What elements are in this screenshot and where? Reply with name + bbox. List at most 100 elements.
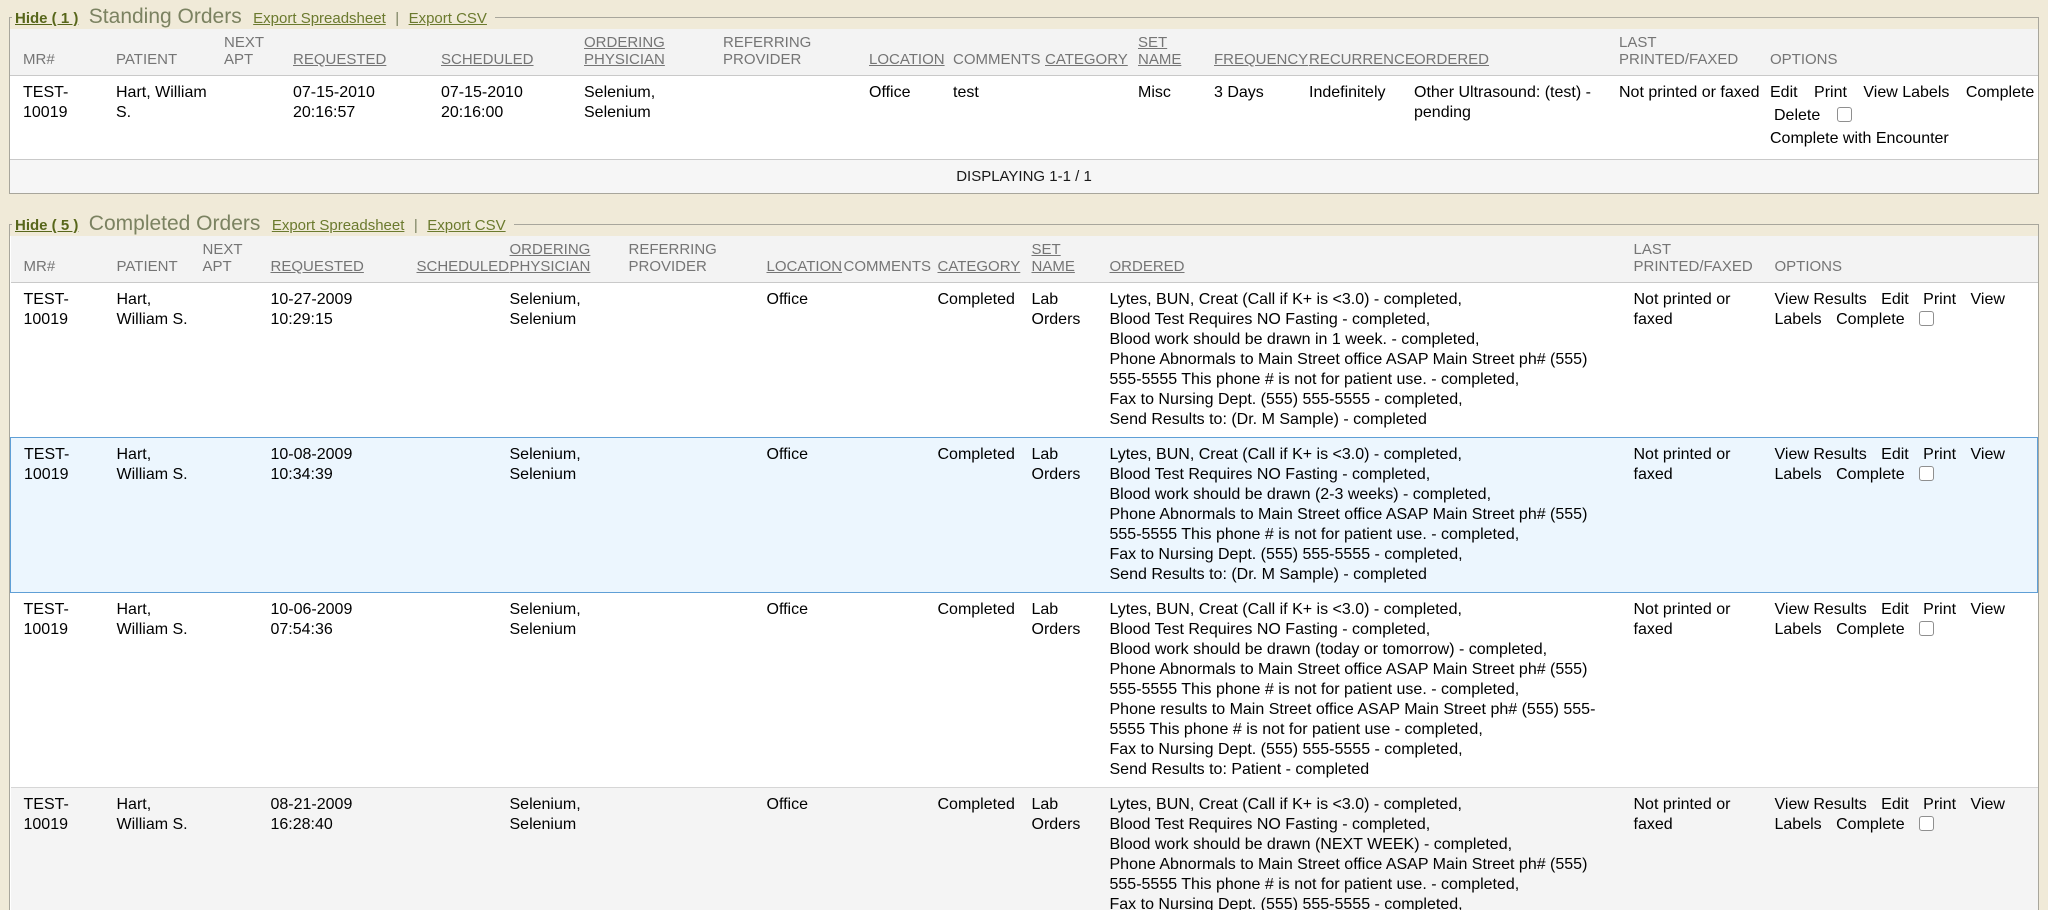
cell-comments <box>842 438 936 593</box>
column-header-category[interactable]: CATEGORY <box>1043 29 1136 76</box>
cell-last-printed-faxed: Not printed or faxed <box>1632 438 1773 593</box>
complete-link[interactable]: Complete <box>1836 466 1904 483</box>
view-results-link[interactable]: View Results <box>1775 796 1867 813</box>
cell-options: View Results Edit Print View Labels Comp… <box>1773 438 2038 593</box>
column-header-ordered[interactable]: ORDERED <box>1108 236 1632 283</box>
order-checkbox[interactable] <box>1919 816 1934 831</box>
completed-orders-title: Completed Orders <box>89 212 261 235</box>
delete-link[interactable]: Delete <box>1774 107 1820 124</box>
cell-ordering-physician: Selenium, Selenium <box>582 76 721 160</box>
cell-mr-number: TEST-10019 <box>10 76 114 160</box>
standing-orders-export-spreadsheet-link[interactable]: Export Spreadsheet <box>253 10 386 27</box>
standing-order-row: TEST-10019 Hart, William S. 07-15-2010 2… <box>10 76 2038 160</box>
standing-orders-legend: Hide ( 1 ) Standing Orders Export Spread… <box>12 5 495 29</box>
column-header-next-apt: NEXT APT <box>201 236 269 283</box>
cell-referring-provider <box>627 593 765 788</box>
standing-orders-section: Hide ( 1 ) Standing Orders Export Spread… <box>9 5 2039 194</box>
order-checkbox[interactable] <box>1919 621 1934 636</box>
print-link[interactable]: Print <box>1923 601 1956 618</box>
cell-requested: 10-06-2009 07:54:36 <box>269 593 415 788</box>
completed-order-row: TEST-10019 Hart, William S. 10-08-2009 1… <box>11 438 2038 593</box>
cell-ordered: Lytes, BUN, Creat (Call if K+ is <3.0) -… <box>1108 593 1632 788</box>
column-header-location[interactable]: LOCATION <box>867 29 951 76</box>
cell-category: Completed <box>936 283 1030 438</box>
column-header-patient: PATIENT <box>115 236 201 283</box>
cell-patient: Hart, William S. <box>115 283 201 438</box>
edit-link[interactable]: Edit <box>1881 446 1909 463</box>
cell-options: View Results Edit Print View Labels Comp… <box>1773 593 2038 788</box>
complete-link[interactable]: Complete <box>1836 621 1904 638</box>
column-header-referring-provider: REFERRING PROVIDER <box>721 29 867 76</box>
completed-orders-header: MR#PATIENTNEXT APTREQUESTEDSCHEDULEDORDE… <box>11 236 2038 283</box>
standing-orders-export-csv-link[interactable]: Export CSV <box>409 10 487 27</box>
column-header-last-printed-faxed: LAST PRINTED/FAXED <box>1632 236 1773 283</box>
column-header-location[interactable]: LOCATION <box>765 236 842 283</box>
edit-link[interactable]: Edit <box>1770 84 1798 101</box>
cell-comments: test <box>951 76 1043 160</box>
cell-mr-number: TEST-10019 <box>11 788 115 910</box>
cell-category: Completed <box>936 788 1030 910</box>
completed-orders-export-spreadsheet-link[interactable]: Export Spreadsheet <box>272 217 405 234</box>
order-checkbox[interactable] <box>1919 311 1934 326</box>
cell-last-printed-faxed: Not printed or faxed <box>1617 76 1768 160</box>
cell-frequency: 3 Days <box>1212 76 1307 160</box>
print-link[interactable]: Print <box>1923 446 1956 463</box>
column-header-scheduled[interactable]: SCHEDULED <box>439 29 582 76</box>
completed-orders-export-csv-link[interactable]: Export CSV <box>427 217 505 234</box>
cell-set-name: Lab Orders <box>1030 283 1108 438</box>
column-header-set-name[interactable]: SET NAME <box>1030 236 1108 283</box>
cell-set-name: Lab Orders <box>1030 788 1108 910</box>
view-results-link[interactable]: View Results <box>1775 291 1867 308</box>
cell-category: Completed <box>936 438 1030 593</box>
cell-comments <box>842 788 936 910</box>
cell-next-apt <box>201 593 269 788</box>
column-header-requested[interactable]: REQUESTED <box>269 236 415 283</box>
complete-with-encounter-link[interactable]: Complete with Encounter <box>1770 130 1949 147</box>
print-link[interactable]: Print <box>1923 291 1956 308</box>
view-labels-link[interactable]: View Labels <box>1863 84 1949 101</box>
column-header-category[interactable]: CATEGORY <box>936 236 1030 283</box>
complete-link[interactable]: Complete <box>1836 816 1904 833</box>
cell-set-name: Misc <box>1136 76 1212 160</box>
column-header-set-name[interactable]: SET NAME <box>1136 29 1212 76</box>
completed-orders-hide-link[interactable]: Hide ( 5 ) <box>15 217 78 234</box>
view-results-link[interactable]: View Results <box>1775 601 1867 618</box>
complete-link[interactable]: Complete <box>1836 311 1904 328</box>
column-header-comments: COMMENTS <box>842 236 936 283</box>
column-header-ordering-physician[interactable]: ORDERING PHYSICIAN <box>582 29 721 76</box>
cell-next-apt <box>222 76 291 160</box>
legend-separator: | <box>395 10 399 27</box>
cell-patient: Hart, William S. <box>115 788 201 910</box>
edit-link[interactable]: Edit <box>1881 796 1909 813</box>
cell-options: Edit Print View Labels Complete Delete C… <box>1768 76 2038 160</box>
column-header-ordering-physician[interactable]: ORDERING PHYSICIAN <box>508 236 627 283</box>
cell-comments <box>842 283 936 438</box>
cell-category: Completed <box>936 593 1030 788</box>
column-header-mr: MR# <box>10 29 114 76</box>
column-header-last-printed-faxed: LAST PRINTED/FAXED <box>1617 29 1768 76</box>
column-header-requested[interactable]: REQUESTED <box>291 29 439 76</box>
print-link[interactable]: Print <box>1814 84 1847 101</box>
column-header-recurrence[interactable]: RECURRENCE <box>1307 29 1412 76</box>
edit-link[interactable]: Edit <box>1881 601 1909 618</box>
cell-scheduled <box>415 593 508 788</box>
view-results-link[interactable]: View Results <box>1775 446 1867 463</box>
completed-order-row: TEST-10019 Hart, William S. 08-21-2009 1… <box>11 788 2038 910</box>
cell-ordered: Lytes, BUN, Creat (Call if K+ is <3.0) -… <box>1108 283 1632 438</box>
edit-link[interactable]: Edit <box>1881 291 1909 308</box>
column-header-ordered[interactable]: ORDERED <box>1412 29 1617 76</box>
order-checkbox[interactable] <box>1919 466 1934 481</box>
order-checkbox[interactable] <box>1837 107 1852 122</box>
cell-location: Office <box>765 438 842 593</box>
column-header-scheduled[interactable]: SCHEDULED <box>415 236 508 283</box>
print-link[interactable]: Print <box>1923 796 1956 813</box>
cell-ordering-physician: Selenium, Selenium <box>508 593 627 788</box>
cell-scheduled <box>415 788 508 910</box>
completed-order-row: TEST-10019 Hart, William S. 10-06-2009 0… <box>11 593 2038 788</box>
standing-orders-hide-link[interactable]: Hide ( 1 ) <box>15 10 78 27</box>
cell-comments <box>842 593 936 788</box>
cell-patient: Hart, William S. <box>115 438 201 593</box>
column-header-frequency[interactable]: FREQUENCY <box>1212 29 1307 76</box>
complete-link[interactable]: Complete <box>1966 84 2034 101</box>
column-header-options: OPTIONS <box>1773 236 2038 283</box>
